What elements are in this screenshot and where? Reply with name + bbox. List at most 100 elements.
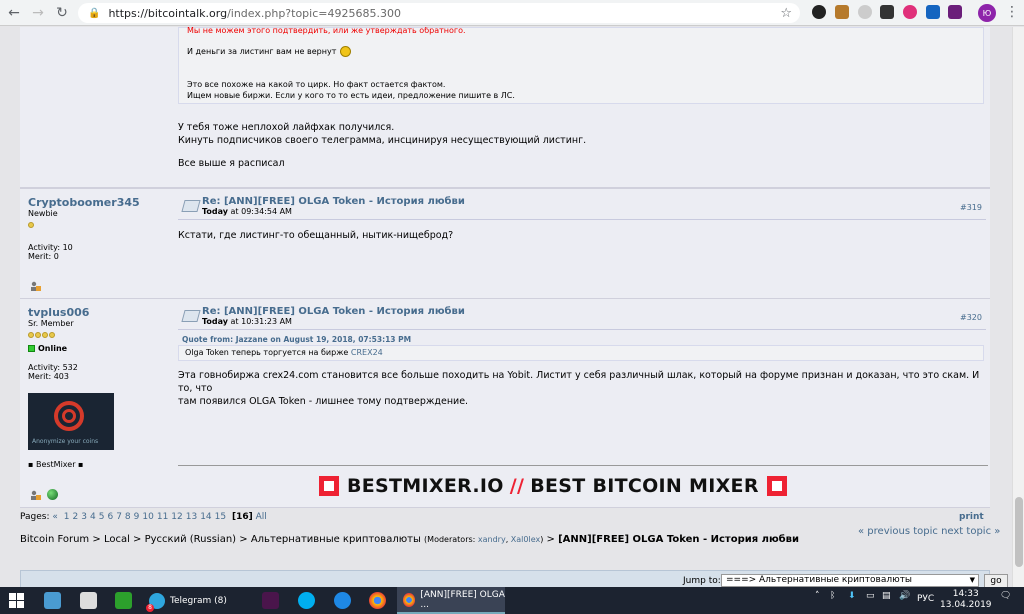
windows-taskbar: 8 Telegram (8) [ANN][FREE] OLGA ... ˄ ᛒ …: [0, 587, 1024, 614]
online-icon: [28, 345, 35, 352]
page-link-10[interactable]: 10: [142, 512, 153, 522]
quote-crex24-link[interactable]: CREX24: [351, 348, 383, 357]
author-activity: Activity: 10: [28, 243, 73, 252]
online-status: Online: [28, 344, 89, 353]
chrome-icon-small: [403, 592, 416, 607]
tray-expand-icon[interactable]: ˄: [815, 591, 820, 601]
teamviewer-icon[interactable]: [334, 592, 351, 609]
post-319: Cryptoboomer345 Newbie Activity: 10 Meri…: [20, 188, 990, 299]
extension-icon-5[interactable]: [903, 5, 917, 19]
page-link-6[interactable]: 6: [107, 512, 113, 522]
page-all-link[interactable]: All: [256, 512, 267, 522]
author-merit: Merit: 403: [28, 372, 69, 381]
page-link-15[interactable]: 15: [215, 512, 226, 522]
author-name[interactable]: Cryptoboomer345: [28, 196, 140, 209]
signature-banner-link[interactable]: BESTMIXER.IO // BEST BITCOIN MIXER: [319, 475, 787, 497]
calculator-icon[interactable]: [80, 592, 97, 609]
author-name[interactable]: tvplus006: [28, 306, 89, 319]
page-link-3[interactable]: 3: [81, 512, 87, 522]
page-link-14[interactable]: 14: [200, 512, 211, 522]
extension-icon-4[interactable]: [880, 5, 894, 19]
jump-select[interactable]: ===> Альтернативные криптовалюты ▼: [721, 574, 979, 587]
reload-icon[interactable]: ↻: [52, 3, 72, 23]
taskbar-chrome-window[interactable]: [ANN][FREE] OLGA ...: [397, 587, 505, 614]
profile-icon[interactable]: [30, 490, 41, 501]
bestmixer-logo-icon: [319, 476, 339, 496]
profile-icon[interactable]: [30, 281, 41, 292]
go-button[interactable]: go: [984, 574, 1008, 587]
page-prev-link[interactable]: «: [52, 512, 58, 522]
breadcrumb-russian[interactable]: Русский (Russian): [145, 534, 236, 545]
extension-icon-1[interactable]: [812, 5, 826, 19]
post-number-link[interactable]: #320: [960, 313, 982, 322]
volume-icon[interactable]: 🔊: [899, 591, 910, 601]
extension-icon-6[interactable]: [926, 5, 940, 19]
breadcrumb-forum[interactable]: Bitcoin Forum: [20, 534, 89, 545]
moderator-xal0lex-link[interactable]: Xal0lex: [511, 535, 540, 544]
body-line-1: Эта говнобиржа crex24.com становится все…: [178, 370, 980, 394]
page-link-2[interactable]: 2: [73, 512, 79, 522]
back-icon[interactable]: ←: [4, 3, 24, 23]
bookmark-star-icon[interactable]: ☆: [780, 6, 792, 21]
page-link-9[interactable]: 9: [134, 512, 140, 522]
body-line-2: там появился OLGA Token - лишнее тому по…: [178, 396, 469, 407]
post-previous: Мы не можем этого подтвердить, или же ут…: [20, 27, 990, 188]
app-icon-green[interactable]: [115, 592, 132, 609]
browser-menu-icon[interactable]: ⋮: [1005, 4, 1019, 20]
print-link[interactable]: print: [959, 512, 984, 522]
website-globe-icon[interactable]: [47, 489, 58, 500]
extension-icon-7[interactable]: [948, 5, 962, 19]
prev-next-topic-link[interactable]: « previous topic next topic »: [858, 526, 1000, 537]
page-link-13[interactable]: 13: [186, 512, 197, 522]
page-link-8[interactable]: 8: [125, 512, 131, 522]
breadcrumb-local[interactable]: Local: [104, 534, 130, 545]
forward-icon[interactable]: →: [28, 3, 48, 23]
language-indicator[interactable]: РУС: [917, 594, 934, 604]
extension-icon-2[interactable]: [835, 5, 849, 19]
post-body: У тебя тоже неплохой лайфхак получился. …: [178, 121, 586, 170]
breadcrumb-topic[interactable]: [ANN][FREE] OLGA Token - История любви: [558, 534, 799, 545]
post-subject-link[interactable]: Re: [ANN][FREE] OLGA Token - История люб…: [202, 306, 465, 317]
header-divider: [178, 329, 986, 330]
moderator-xandry-link[interactable]: xandry: [478, 535, 506, 544]
windows-start-icon[interactable]: [8, 592, 25, 609]
address-bar[interactable]: 🔒 https://bitcointalk.org/index.php?topi…: [78, 3, 800, 23]
author-rank: Newbie: [28, 209, 58, 218]
skype-icon[interactable]: [298, 592, 315, 609]
app-icon-1[interactable]: [44, 592, 61, 609]
quote-line-2: И деньги за листинг вам не вернут: [187, 46, 352, 57]
taskbar-telegram[interactable]: 8 Telegram (8): [145, 587, 253, 614]
current-page: [16]: [231, 512, 253, 522]
page-link-7[interactable]: 7: [116, 512, 122, 522]
author-activity: Activity: 532: [28, 363, 78, 372]
page-link-12[interactable]: 12: [171, 512, 182, 522]
chrome-icon[interactable]: [369, 592, 386, 609]
bluetooth-icon[interactable]: ᛒ: [830, 591, 835, 601]
quote-header-link[interactable]: Quote from: Jazzane on August 19, 2018, …: [182, 335, 411, 344]
jump-label: Jump to:: [683, 576, 721, 586]
scroll-thumb[interactable]: [1015, 497, 1023, 567]
page-scrollbar[interactable]: [1012, 27, 1024, 587]
breadcrumb-altcoins[interactable]: Альтернативные криптовалюты: [251, 534, 421, 545]
post-number-link[interactable]: #319: [960, 203, 982, 212]
avatar: Anonymize your coins: [28, 393, 114, 450]
slack-icon[interactable]: [262, 592, 279, 609]
smiley-icon: [340, 46, 352, 57]
page-link-5[interactable]: 5: [99, 512, 105, 522]
clock-date: 13.04.2019: [940, 600, 992, 610]
battery-icon[interactable]: ▭: [866, 591, 875, 601]
notifications-icon[interactable]: 🗨: [1000, 591, 1011, 601]
moderators: (Moderators: xandry, Xal0lex): [424, 535, 544, 544]
tray-app-icon[interactable]: ⬇: [848, 591, 856, 601]
page-link-4[interactable]: 4: [90, 512, 96, 522]
system-clock[interactable]: 14:33 13.04.2019: [940, 589, 992, 611]
header-divider: [178, 219, 986, 220]
page-link-11[interactable]: 11: [157, 512, 168, 522]
post-subject-link[interactable]: Re: [ANN][FREE] OLGA Token - История люб…: [202, 196, 465, 207]
rank-coins: [28, 218, 140, 231]
extension-icon-3[interactable]: [858, 5, 872, 19]
profile-avatar[interactable]: Ю: [978, 4, 996, 22]
network-icon[interactable]: ▤: [882, 591, 891, 601]
signature-divider: [178, 465, 988, 466]
page-link-1[interactable]: 1: [64, 512, 70, 522]
